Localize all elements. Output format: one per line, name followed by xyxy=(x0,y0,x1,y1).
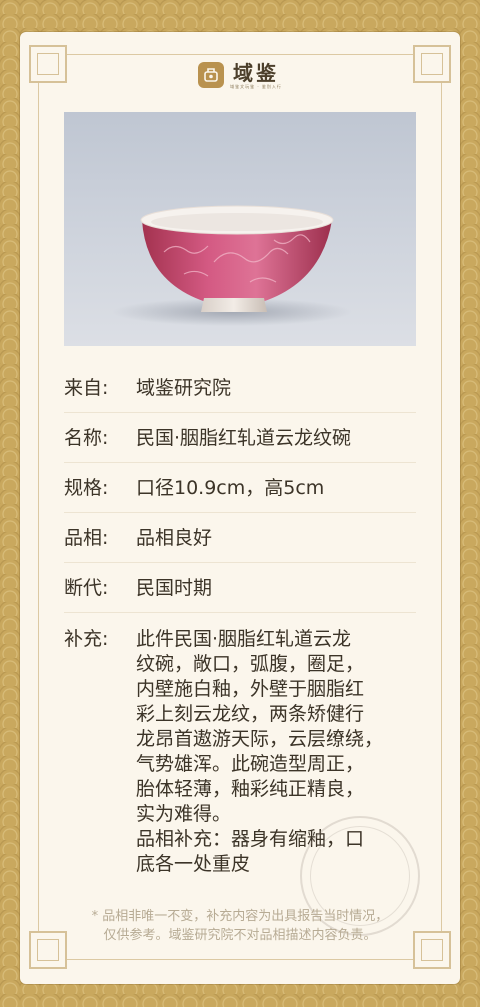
disclaimer: * 品相非唯一不变，补充内容为出具报告当时情况， 仅供参考。域鉴研究院不对品相描… xyxy=(60,907,420,945)
row-value: 域鉴研究院 xyxy=(136,377,232,399)
supplement-line: 胎体轻薄，釉彩纯正精良， xyxy=(136,778,365,800)
row-label: 规格: xyxy=(64,477,109,499)
supplement-line: 此件民国·胭脂红轧道云龙 xyxy=(136,628,352,650)
row-label: 补充: xyxy=(64,628,109,650)
row-value: 品相良好 xyxy=(136,527,213,549)
info-row-condition: 品相: 品相良好 xyxy=(64,513,416,563)
supplement-line: 彩上刻云龙纹，两条矫健行 xyxy=(136,703,365,725)
supplement-line: 纹碗，敞口，弧腹，圈足， xyxy=(136,653,365,675)
item-photo xyxy=(64,112,416,346)
info-row-dating: 断代: 民国时期 xyxy=(64,563,416,613)
row-value: 口径10.9cm，高5cm xyxy=(136,477,325,499)
bowl-image xyxy=(112,205,352,326)
info-list: 来自: 域鉴研究院 名称: 民国·胭脂红轧道云龙纹碗 规格: 口径10.9cm，… xyxy=(64,363,416,890)
brand-logo: 域鉴 域鉴文玩鉴 · 鉴别入行 xyxy=(20,62,460,90)
logo-icon xyxy=(198,62,225,88)
supplement-line: 内壁施白釉，外壁于胭脂红 xyxy=(136,678,365,700)
row-value: 民国·胭脂红轧道云龙纹碗 xyxy=(136,427,352,449)
disclaimer-line: * 品相非唯一不变，补充内容为出具报告当时情况， xyxy=(91,909,389,924)
row-label: 来自: xyxy=(64,377,109,399)
row-value: 民国时期 xyxy=(136,577,213,599)
brand-slogan: 域鉴文玩鉴 · 鉴别入行 xyxy=(230,84,282,89)
supplement-line: 龙昂首遨游天际，云层缭绕， xyxy=(136,728,384,750)
info-row-spec: 规格: 口径10.9cm，高5cm xyxy=(64,463,416,513)
row-label: 断代: xyxy=(64,577,109,599)
row-label: 品相: xyxy=(64,527,109,549)
row-label: 名称: xyxy=(64,427,109,449)
info-row-source: 来自: 域鉴研究院 xyxy=(64,363,416,413)
supplement-line: 气势雄浑。此碗造型周正， xyxy=(136,753,365,775)
info-row-name: 名称: 民国·胭脂红轧道云龙纹碗 xyxy=(64,413,416,463)
disclaimer-line: 仅供参考。域鉴研究院不对品相描述内容负责。 xyxy=(103,928,377,943)
report-card: 域鉴 域鉴文玩鉴 · 鉴别入行 来自: 域鉴研究院 名称: 民国·胭脂红轧道云龙… xyxy=(20,32,460,984)
brand-name: 域鉴 xyxy=(232,61,279,85)
